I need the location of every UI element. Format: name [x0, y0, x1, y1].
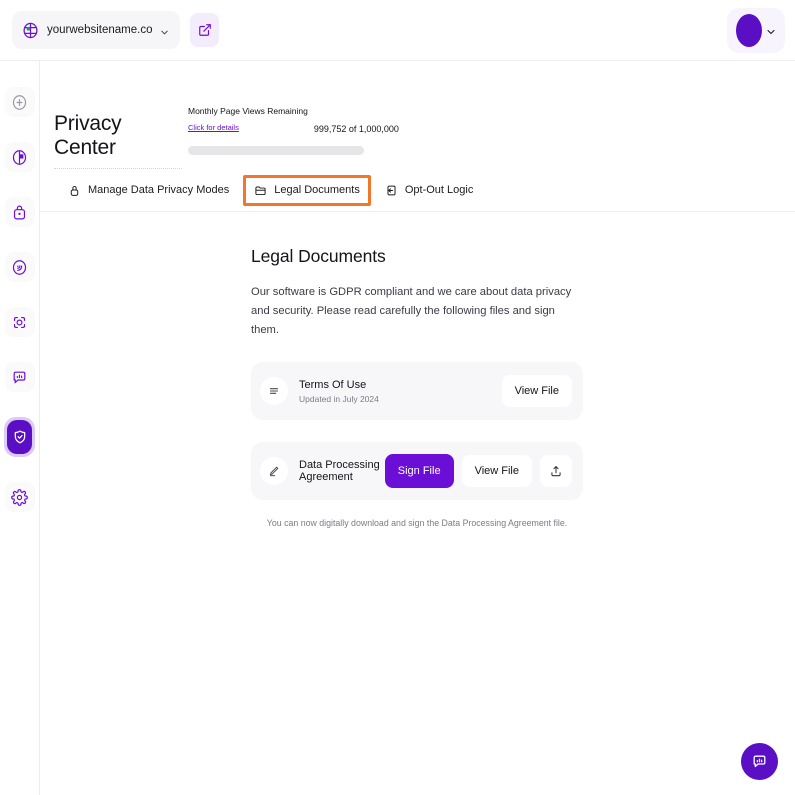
sidebar-item-privacy-center[interactable] — [4, 417, 35, 457]
view-file-button[interactable]: View File — [461, 455, 532, 487]
analytics-icon — [12, 149, 27, 165]
section-description: Our software is GDPR compliant and we ca… — [251, 286, 572, 336]
chat-bubble-icon — [13, 371, 26, 384]
tab-label: Opt-Out Logic — [404, 184, 474, 196]
page-header: Privacy Center Monthly Page Views Remain… — [40, 61, 795, 212]
document-subtitle: Updated in July 2024 — [299, 393, 379, 404]
sidebar-item-analytics[interactable] — [4, 142, 35, 172]
quota-progress-fill — [188, 146, 364, 155]
quota-row: Monthly Page Views Remaining Click for d… — [188, 106, 399, 135]
page-title: Privacy Center — [54, 112, 182, 169]
sidebar-item-settings[interactable] — [4, 482, 35, 512]
content-column: Legal Documents Our software is GDPR com… — [251, 212, 583, 528]
tab-manage-data-privacy-modes[interactable]: Manage Data Privacy Modes — [54, 172, 243, 209]
sign-file-button[interactable]: Sign File — [384, 454, 454, 488]
add-circle-icon — [12, 94, 27, 110]
document-card-terms-of-use: Terms Of Use Updated in July 2024 View F… — [251, 362, 583, 420]
content-area: Legal Documents Our software is GDPR com… — [40, 212, 795, 528]
chevron-down-icon — [159, 25, 170, 36]
scan-target-icon — [13, 316, 26, 328]
account-menu-button[interactable] — [727, 8, 785, 53]
app-root: yourwebsitename.co Privacy Center Monthl… — [0, 0, 795, 795]
quota-progress-bar — [188, 146, 364, 155]
card-actions: View File — [501, 375, 572, 407]
document-name: Data Processing Agreement — [299, 459, 380, 483]
view-file-button[interactable]: View File — [501, 375, 572, 407]
sidebar-item-consent[interactable] — [4, 197, 35, 227]
open-site-button[interactable] — [190, 13, 219, 47]
sidebar-item-messages[interactable] — [4, 362, 35, 392]
main-panel: Privacy Center Monthly Page Views Remain… — [40, 61, 795, 795]
folder-icon — [255, 185, 266, 195]
upload-icon — [551, 466, 561, 477]
external-link-icon — [198, 24, 211, 36]
toggle-square-icon — [387, 185, 396, 195]
site-name-label: yourwebsitename.co — [47, 24, 153, 36]
tab-label: Legal Documents — [274, 184, 360, 196]
document-meta: Terms Of Use Updated in July 2024 — [299, 379, 502, 404]
quota-widget: Monthly Page Views Remaining Click for d… — [188, 106, 399, 155]
quota-label: Monthly Page Views Remaining — [188, 106, 308, 116]
lock-bag-icon — [13, 205, 26, 219]
pen-edit-icon — [260, 457, 288, 485]
tab-label: Manage Data Privacy Modes — [88, 184, 230, 196]
signal-icon — [12, 259, 27, 275]
tab-bar: Manage Data Privacy Modes Legal Document… — [54, 173, 487, 207]
sidebar-item-signal[interactable] — [4, 252, 35, 282]
quota-count: 999,752 of 1,000,000 — [313, 124, 399, 134]
document-name: Terms Of Use — [299, 378, 367, 391]
tab-legal-documents[interactable]: Legal Documents — [243, 174, 371, 206]
quota-details-link[interactable]: Click for details — [188, 123, 239, 132]
site-selector[interactable]: yourwebsitename.co — [12, 11, 180, 49]
lock-icon — [70, 185, 79, 196]
support-chat-button[interactable] — [741, 743, 778, 780]
sidebar — [0, 61, 40, 795]
sidebar-item-add[interactable] — [4, 87, 35, 117]
document-card-data-processing-agreement: Data Processing Agreement Sign File View… — [251, 442, 583, 500]
tab-opt-out-logic[interactable]: Opt-Out Logic — [371, 172, 487, 209]
chevron-down-icon — [765, 25, 777, 37]
helper-note: You can now digitally download and sign … — [266, 518, 568, 528]
card-actions: Sign File View File — [384, 454, 572, 488]
document-lines-icon — [260, 377, 288, 405]
globe-icon — [22, 22, 39, 39]
quota-text-block: Monthly Page Views Remaining Click for d… — [188, 106, 308, 135]
avatar — [735, 14, 762, 47]
section-title: Legal Documents — [251, 246, 386, 266]
gear-icon — [11, 488, 28, 506]
chat-support-icon — [753, 755, 766, 768]
upload-file-button[interactable] — [540, 455, 572, 487]
sidebar-active-pill — [7, 420, 32, 454]
sidebar-item-scan[interactable] — [4, 307, 35, 337]
top-bar: yourwebsitename.co — [0, 0, 795, 61]
shield-check-icon — [14, 430, 25, 444]
